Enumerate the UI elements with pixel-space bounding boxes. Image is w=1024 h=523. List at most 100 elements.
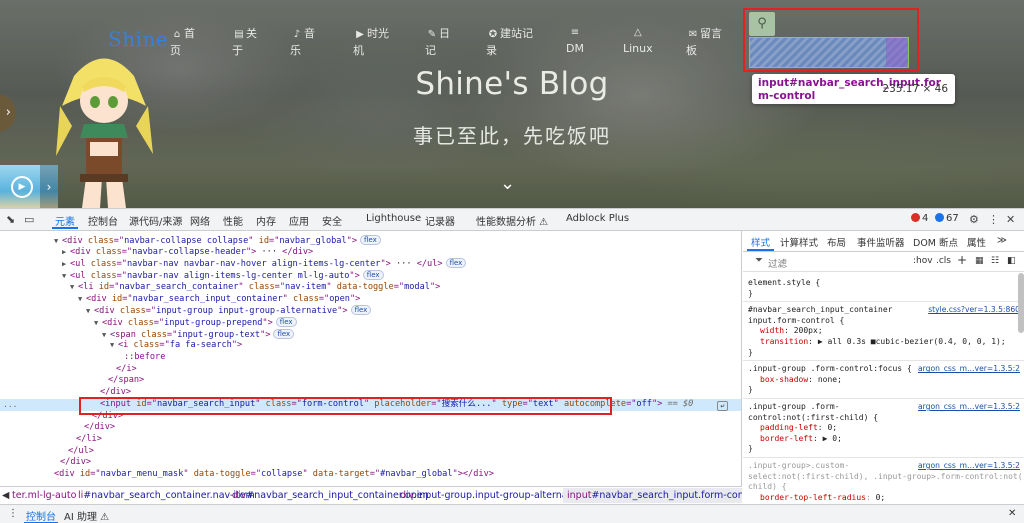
message-count[interactable]: 67: [935, 213, 959, 224]
dom-node-row[interactable]: ▼ <li id="navbar_search_container" class=…: [0, 282, 440, 294]
style-rule[interactable]: argon_css_m…ver=1.3.5:2 .input-group .for…: [743, 399, 1024, 458]
drawer-tab-0[interactable]: 控制台: [24, 508, 58, 523]
tab-6[interactable]: 应用: [289, 213, 309, 228]
tab-9[interactable]: 记录器: [425, 213, 455, 228]
node-menu-icon[interactable]: ···: [3, 401, 17, 413]
tab-2[interactable]: 源代码/来源: [129, 213, 182, 228]
dom-node-row[interactable]: ::before: [0, 352, 165, 364]
more-vertical-icon[interactable]: ⋮: [988, 213, 999, 226]
nav-item-4[interactable]: ✎ 日记: [425, 26, 450, 59]
caret-down-icon[interactable]: ▼: [110, 340, 118, 352]
close-icon[interactable]: ✕: [1006, 213, 1015, 226]
tab-11[interactable]: Adblock Plus: [566, 213, 629, 224]
device-toolbar-icon[interactable]: ▭: [24, 213, 34, 226]
close-drawer-icon[interactable]: ✕: [1008, 508, 1016, 519]
scroll-into-view-icon[interactable]: ↩: [717, 401, 728, 411]
tab-1[interactable]: 控制台: [88, 213, 118, 228]
inspect-element-icon[interactable]: ⬊: [6, 213, 15, 226]
css-declaration[interactable]: border-left: ▶ 0;: [748, 434, 1024, 445]
nav-item-8[interactable]: ✉ 留言板: [686, 26, 722, 59]
cls-toggle[interactable]: .cls: [936, 256, 951, 266]
dom-node-row[interactable]: </i>: [0, 364, 137, 376]
dom-node-row[interactable]: ▼ <div id="navbar_search_input_container"…: [0, 294, 360, 306]
nav-item-6[interactable]: ≡ DM: [566, 24, 584, 57]
dom-node-row[interactable]: </ul>: [0, 446, 94, 458]
breadcrumb-item[interactable]: input#navbar_search_input.form-control: [563, 488, 742, 503]
css-declaration[interactable]: transition: ▶ all 0.3s ■cubic-bezier(0.4…: [748, 337, 1024, 348]
styles-tab-2[interactable]: 布局: [827, 235, 846, 249]
hov-toggle[interactable]: :hov: [913, 256, 933, 266]
paint-icon[interactable]: ▦: [975, 256, 984, 266]
tab-8[interactable]: Lighthouse: [366, 213, 421, 224]
css-declaration[interactable]: border-top-left-radius: 0;: [748, 493, 1024, 504]
add-rule-icon[interactable]: +: [957, 253, 967, 267]
styles-tab-6[interactable]: ≫: [997, 235, 1007, 246]
dom-node-row[interactable]: ▼ <i class="fa fa-search">: [0, 340, 242, 352]
styles-tab-4[interactable]: DOM 断点: [913, 235, 958, 249]
styles-tab-3[interactable]: 事件监听器: [857, 235, 905, 249]
dom-node-row[interactable]: ▼ <ul class="navbar-nav align-items-lg-ce…: [0, 270, 384, 282]
nav-item-3[interactable]: ▶ 时光机: [353, 26, 389, 59]
style-rule[interactable]: argon_css_m…ver=1.3.5:2 .input-group>.cus…: [743, 458, 1024, 504]
rule-source-link[interactable]: argon_css_m…ver=1.3.5:2: [918, 402, 1020, 413]
dom-node-row[interactable]: ▼ <div class="input-group-prepend"> flex: [0, 316, 297, 329]
caret-right-icon[interactable]: ▶: [62, 247, 70, 259]
nav-item-2[interactable]: ♪ 音乐: [290, 26, 315, 59]
tab-5[interactable]: 内存: [256, 213, 276, 228]
styles-scrollbar[interactable]: [1018, 273, 1024, 333]
computed-toggle-icon[interactable]: ☷: [991, 256, 999, 266]
dom-node-row[interactable]: ▶ <ul class="navbar-nav navbar-nav-hover …: [0, 258, 467, 270]
nav-item-1[interactable]: ▤ 关于: [232, 26, 257, 59]
breadcrumb-item[interactable]: div.input-group.input-group-alternative: [400, 490, 585, 501]
styles-tab-5[interactable]: 属性: [967, 235, 986, 249]
rule-source-link[interactable]: style.css?ver=1.3.5:860: [928, 305, 1020, 316]
style-rule[interactable]: argon_css_m…ver=1.3.5:2 .input-group .for…: [743, 361, 1024, 399]
tab-0[interactable]: 元素: [52, 213, 78, 229]
nav-item-7[interactable]: △ Linux: [623, 24, 653, 57]
dom-node-row[interactable]: </li>: [0, 434, 102, 446]
css-declaration[interactable]: padding-left: 0;: [748, 423, 1024, 434]
style-rule[interactable]: element.style {}: [743, 275, 1024, 303]
tab-3[interactable]: 网络: [190, 213, 210, 228]
dom-node-row[interactable]: ▼ <div class="navbar-collapse collapse" i…: [0, 235, 381, 247]
flex-badge[interactable]: flex: [273, 328, 295, 339]
error-count[interactable]: 4: [911, 213, 928, 224]
dom-node-row[interactable]: ▼ <span class="input-group-text"> flex: [0, 328, 295, 341]
tab-4[interactable]: 性能: [223, 213, 243, 228]
dom-node-row[interactable]: ▼ <div class="input-group input-group-alt…: [0, 305, 372, 317]
dom-node-row[interactable]: </div>: [0, 457, 91, 469]
play-icon[interactable]: ▶: [11, 176, 33, 198]
gear-icon[interactable]: ⚙: [969, 213, 979, 226]
elements-tree[interactable]: ▼ <div class="navbar-collapse collapse" i…: [0, 231, 742, 493]
dom-node-row[interactable]: ▶ <div class="navbar-collapse-header"> ··…: [0, 247, 313, 259]
nav-item-5[interactable]: ✪ 建站记录: [486, 26, 533, 59]
flex-badge[interactable]: flex: [275, 316, 297, 327]
style-rule[interactable]: style.css?ver=1.3.5:860 #navbar_search_in…: [743, 302, 1024, 362]
nav-item-0[interactable]: ⌂ 首页: [170, 26, 195, 59]
css-declaration[interactable]: width: 200px;: [748, 326, 1024, 337]
chevron-down-icon[interactable]: ⌄: [500, 173, 515, 194]
filter-input[interactable]: 过滤: [768, 256, 787, 270]
css-declaration[interactable]: box-shadow: none;: [748, 375, 1024, 386]
tab-7[interactable]: 安全: [322, 213, 342, 228]
flex-badge[interactable]: flex: [350, 305, 372, 316]
sidebar-toggle-icon[interactable]: ◧: [1007, 256, 1016, 266]
breadcrumb-item[interactable]: li#navbar_search_container.nav-item: [78, 490, 255, 501]
dom-node-row[interactable]: <div id="navbar_menu_mask" data-toggle="…: [0, 469, 494, 481]
tab-10[interactable]: 性能数据分析 ⚠: [476, 213, 548, 228]
flex-badge[interactable]: flex: [360, 235, 381, 245]
styles-tab-1[interactable]: 计算样式: [780, 235, 818, 249]
dom-node-row[interactable]: </span>: [0, 375, 144, 387]
dom-node-row[interactable]: </div>: [0, 422, 115, 434]
breadcrumb-back-icon[interactable]: ◀: [2, 490, 9, 501]
flex-badge[interactable]: flex: [362, 270, 384, 281]
drawer-menu-icon[interactable]: ⋮: [8, 508, 18, 519]
rule-source-link[interactable]: argon_css_m…ver=1.3.5:2: [918, 364, 1020, 375]
flex-badge[interactable]: flex: [445, 258, 467, 269]
caret-down-icon[interactable]: ▼: [78, 294, 86, 306]
styles-tab-0[interactable]: 样式: [746, 235, 775, 251]
breadcrumb-item[interactable]: ter.ml-lg-auto: [12, 490, 76, 501]
caret-down-icon[interactable]: ▼: [70, 282, 78, 294]
drawer-tab-1[interactable]: AI 助理 ⚠: [64, 508, 109, 523]
rule-source-link[interactable]: argon_css_m…ver=1.3.5:2: [918, 461, 1020, 472]
